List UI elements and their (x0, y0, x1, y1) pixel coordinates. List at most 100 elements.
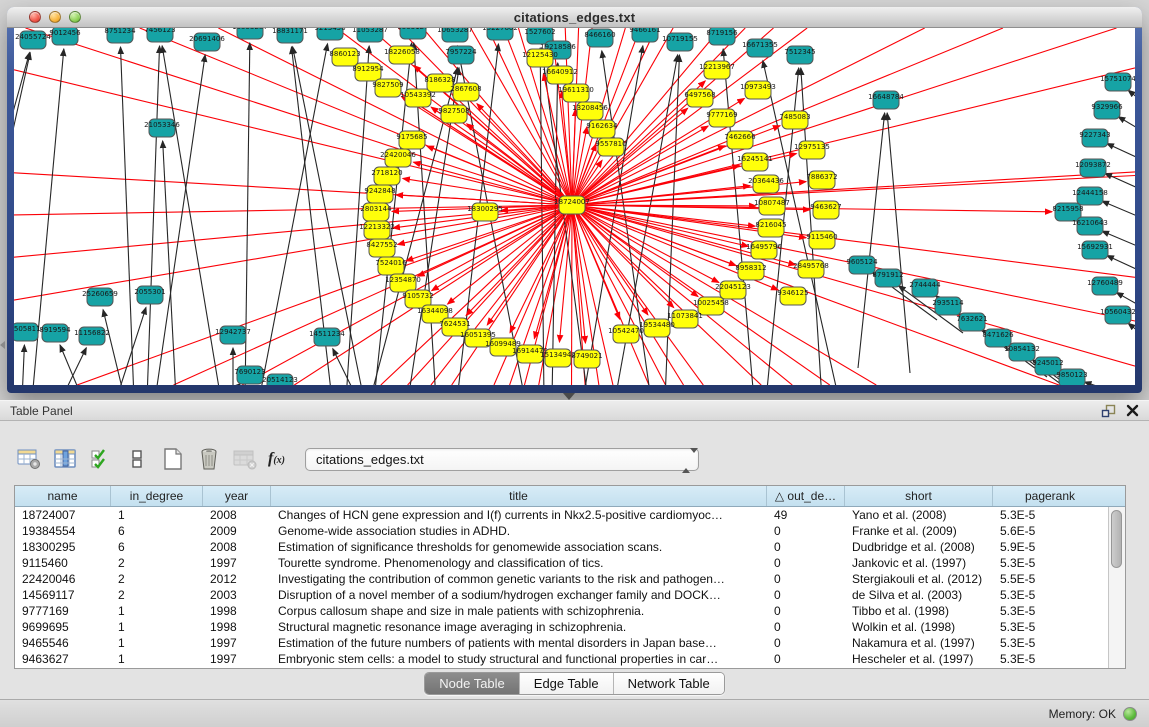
table-row[interactable]: 977716911998Corpus callosum shape and si… (15, 603, 1108, 619)
graph-node[interactable]: 28495768 (793, 260, 829, 278)
graph-node[interactable]: 9213456 (314, 28, 346, 40)
graph-node[interactable]: 7512345 (784, 46, 815, 64)
graph-node[interactable]: 8505811 (14, 323, 41, 341)
memory-status-dot[interactable] (1123, 707, 1137, 721)
graph-edge[interactable] (572, 205, 585, 343)
graph-node[interactable]: 8719156 (706, 28, 738, 45)
graph-node[interactable]: 8466160 (584, 29, 615, 47)
graph-node[interactable]: 12975135 (794, 141, 830, 159)
graph-node[interactable]: 7957224 (445, 46, 477, 64)
table-settings-icon[interactable] (14, 445, 44, 473)
graph-node[interactable]: 8912954 (352, 63, 384, 81)
table-row[interactable]: 1872400712008Changes of HCN gene express… (15, 507, 1108, 523)
graph-node[interactable]: 2867608 (450, 83, 481, 101)
graph-node[interactable]: 9162634 (586, 120, 618, 138)
graph-edge[interactable] (1128, 90, 1135, 107)
tab-node-table[interactable]: Node Table (425, 673, 520, 694)
column-header-out_de[interactable]: △ out_de… (767, 486, 845, 506)
column-header-year[interactable]: year (203, 486, 271, 506)
graph-edge[interactable] (147, 46, 160, 385)
graph-node[interactable]: 9463627 (810, 201, 841, 219)
network-canvas[interactable]: 2405572490124568751234745612320691406105… (14, 28, 1135, 385)
graph-node[interactable]: 9827508 (438, 105, 469, 123)
graph-edge[interactable] (61, 348, 86, 385)
graph-node[interactable]: 8751234 (104, 28, 136, 43)
graph-node[interactable]: 12213322 (359, 221, 395, 239)
graph-node[interactable]: 9850123 (1056, 369, 1087, 385)
table-row[interactable]: 946554611997Estimation of the future num… (15, 635, 1108, 651)
graph-node[interactable]: 10560432 (1100, 306, 1135, 324)
graph-node[interactable]: 9115460 (806, 231, 837, 249)
graph-node[interactable]: 12093872 (1075, 159, 1111, 177)
graph-node[interactable]: 18226058 (384, 46, 420, 64)
column-header-name[interactable]: name (15, 486, 111, 506)
graph-node[interactable]: 9329966 (1091, 101, 1123, 119)
graph-node[interactable]: 12213967 (699, 61, 735, 79)
scrollbar-thumb[interactable] (1111, 510, 1122, 568)
graph-node[interactable]: 2744444 (909, 279, 941, 297)
graph-edge[interactable] (1084, 382, 1135, 385)
column-header-pagerank[interactable]: pagerank (993, 486, 1107, 506)
graph-node[interactable]: 12444158 (1072, 187, 1108, 205)
graph-node[interactable]: 10719155 (662, 33, 698, 51)
graph-node[interactable]: 7456123 (144, 28, 175, 42)
network-window-titlebar[interactable]: citations_edges.txt (7, 7, 1142, 28)
graph-edge[interactable] (1102, 201, 1135, 221)
graph-edge[interactable] (162, 46, 221, 385)
graph-node[interactable]: 7524016 (375, 257, 407, 275)
column-header-short[interactable]: short (845, 486, 993, 506)
graph-node[interactable]: 15227602 (482, 28, 518, 40)
graph-node[interactable]: 9777169 (706, 109, 737, 127)
graph-edge[interactable] (572, 205, 719, 283)
graph-edge[interactable] (22, 345, 24, 385)
graph-edge[interactable] (572, 68, 1135, 205)
graph-node[interactable]: 12760489 (1087, 277, 1123, 295)
graph-node[interactable]: 8791912 (872, 269, 903, 287)
graph-node[interactable]: 2055301 (134, 286, 165, 304)
graph-node[interactable]: 8860123 (329, 48, 360, 66)
graph-node[interactable]: 16640912 (542, 66, 578, 84)
graph-node[interactable]: 19611310 (558, 84, 594, 102)
graph-node[interactable]: 2935114 (932, 297, 964, 315)
graph-node[interactable]: 16671355 (742, 39, 778, 57)
select-rows-icon[interactable] (86, 445, 116, 473)
graph-node[interactable]: 7462666 (724, 131, 756, 149)
graph-node[interactable]: 19534480 (639, 319, 675, 337)
graph-edge[interactable] (858, 113, 885, 368)
graph-node[interactable]: 9242848 (364, 185, 395, 203)
graph-node[interactable]: 7690123 (234, 366, 265, 384)
graph-node[interactable]: 22045123 (715, 281, 751, 299)
graph-edge[interactable] (572, 172, 1135, 205)
vertical-scrollbar[interactable] (1108, 507, 1125, 668)
new-table-icon[interactable] (158, 445, 188, 473)
graph-edge[interactable] (1128, 323, 1135, 340)
graph-node[interactable]: 8427552 (366, 239, 397, 257)
delete-table-icon[interactable] (194, 445, 224, 473)
collapse-west-arrow[interactable] (0, 341, 5, 349)
tab-network-table[interactable]: Network Table (614, 673, 724, 694)
graph-node[interactable]: 7886372 (806, 171, 837, 189)
graph-node[interactable]: 21053346 (144, 119, 180, 137)
graph-edge[interactable] (572, 81, 705, 205)
graph-node[interactable]: 22420046 (380, 149, 416, 167)
graph-edge[interactable] (1107, 255, 1135, 275)
graph-node[interactable]: 24055724 (15, 31, 51, 49)
tab-edge-table[interactable]: Edge Table (520, 673, 614, 694)
graph-hub-node[interactable]: 18724007 (554, 196, 590, 214)
minimize-window-button[interactable] (49, 11, 61, 23)
graph-edge[interactable] (1107, 143, 1135, 163)
graph-node[interactable]: 18300295 (467, 203, 503, 221)
split-pane-handle[interactable] (563, 393, 575, 400)
float-window-icon[interactable] (1101, 404, 1116, 418)
graph-node[interactable]: 20691406 (189, 33, 225, 51)
graph-node[interactable]: 10542470 (608, 325, 644, 343)
graph-node[interactable]: 9466161 (629, 28, 660, 42)
select-column-icon[interactable] (50, 445, 80, 473)
graph-node[interactable]: 9827509 (372, 79, 403, 97)
graph-node[interactable]: 25260659 (82, 288, 118, 306)
graph-edge[interactable] (1118, 117, 1135, 135)
graph-edge[interactable] (572, 205, 648, 315)
graph-edge[interactable] (14, 70, 572, 205)
table-selector-dropdown[interactable]: citations_edges.txt (305, 448, 699, 471)
graph-node[interactable]: 8216045 (755, 219, 786, 237)
